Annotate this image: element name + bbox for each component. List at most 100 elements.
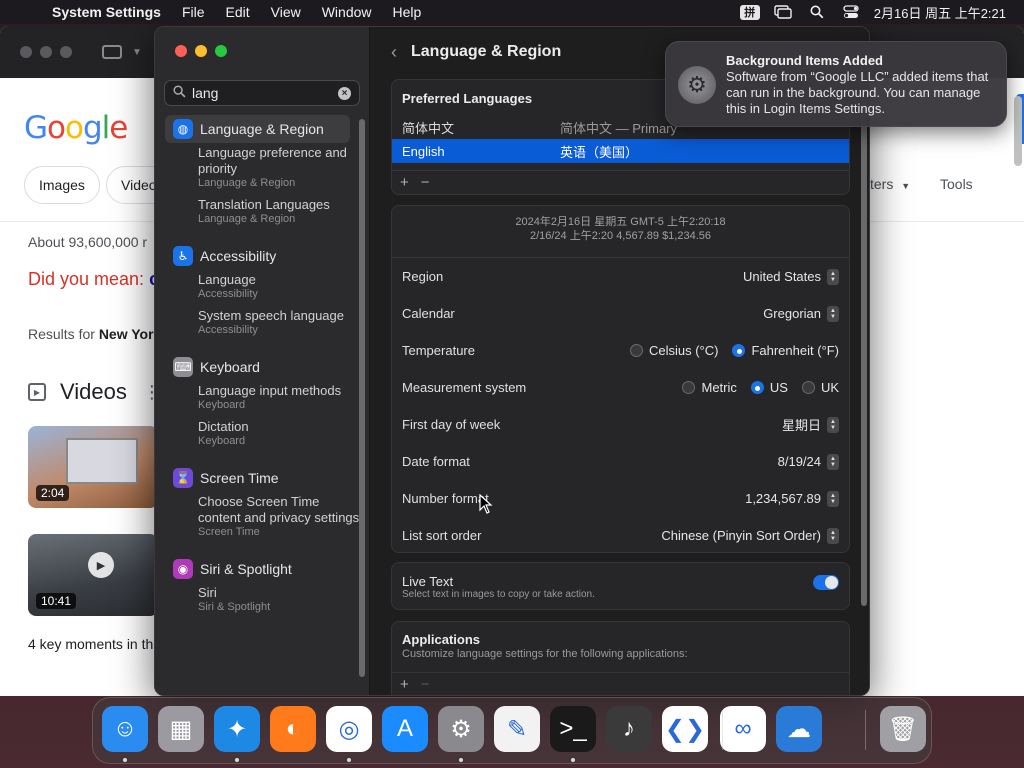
region-popup[interactable]: United States ▲ ▼: [743, 268, 839, 285]
spotlight-search-icon[interactable]: [806, 4, 828, 20]
dock-chrome-icon[interactable]: ◎: [326, 706, 372, 752]
dock-garageband-icon[interactable]: ♪: [606, 706, 652, 752]
dock-vscode-icon[interactable]: ❮❯: [662, 706, 708, 752]
live-text-desc: Select text in images to copy or take ac…: [402, 589, 595, 600]
thumbnail-screen-image: [66, 438, 138, 484]
settings-search-field[interactable]: ×: [164, 80, 360, 106]
sidebar-item-keyboard[interactable]: ⌨ Keyboard: [165, 353, 350, 381]
dock-system-settings-icon[interactable]: ⚙: [438, 706, 484, 752]
dock-launchpad-icon[interactable]: ▦: [158, 706, 204, 752]
metric-radio[interactable]: [682, 381, 696, 394]
language-row-english[interactable]: English 英语（美国）: [392, 139, 849, 163]
filters-dropdown[interactable]: ters ▼: [870, 176, 910, 192]
play-icon: ▶: [88, 552, 114, 578]
clear-search-icon[interactable]: ×: [338, 86, 351, 100]
live-text-toggle[interactable]: [813, 575, 839, 590]
browser-scrollbar[interactable]: [1014, 96, 1022, 166]
sidebar-search-result[interactable]: Language preference and priority Languag…: [155, 145, 360, 190]
video-thumbnail[interactable]: 2:04: [28, 426, 158, 508]
filter-chip-images[interactable]: Images: [24, 166, 100, 204]
gear-icon: ⚙: [678, 66, 716, 104]
sidebar-search-result[interactable]: Siri Siri & Spotlight: [155, 585, 360, 614]
add-language-button[interactable]: +: [400, 174, 409, 191]
menu-clock[interactable]: 2月16日 周五 上午2:21: [874, 3, 1006, 22]
menu-view[interactable]: View: [271, 4, 301, 20]
input-method-icon[interactable]: 拼: [739, 4, 760, 20]
background-items-notification[interactable]: ⚙ Background Items Added Software from “…: [665, 41, 1007, 127]
video-duration: 10:41: [36, 593, 77, 609]
dock-firefox-icon[interactable]: ◐: [270, 706, 316, 752]
calendar-popup[interactable]: Gregorian ▲ ▼: [763, 305, 839, 322]
applications-desc: Customize language settings for the foll…: [402, 648, 688, 660]
first-day-popup[interactable]: 星期日 ▲ ▼: [782, 415, 839, 434]
add-app-button[interactable]: +: [400, 676, 409, 693]
number-format-popup[interactable]: 1,234,567.89 ▲ ▼: [745, 490, 839, 507]
dock-trash-icon[interactable]: 🗑: [880, 706, 926, 752]
sidebar-search-result[interactable]: Translation Languages Language & Region: [155, 197, 360, 226]
sidebar-item-accessibility[interactable]: ♿ Accessibility: [165, 242, 350, 270]
play-icon: ▶: [28, 383, 46, 401]
sidebar-search-result[interactable]: Dictation Keyboard: [155, 419, 360, 448]
window-close-button[interactable]: [175, 45, 187, 57]
dock-visual-studio-icon[interactable]: ∞: [720, 706, 766, 752]
sidebar-search-result[interactable]: Choose Screen Time content and privacy s…: [155, 494, 360, 539]
window-close-button-inactive[interactable]: [20, 46, 32, 58]
menu-edit[interactable]: Edit: [226, 4, 250, 20]
control-center-icon[interactable]: [840, 4, 862, 20]
dock-finder-icon[interactable]: ☺: [102, 706, 148, 752]
uk-radio[interactable]: [801, 381, 815, 394]
window-minimize-button-inactive[interactable]: [40, 46, 52, 58]
celsius-radio[interactable]: [629, 344, 643, 357]
back-chevron-icon[interactable]: ‹: [391, 42, 397, 63]
dock-safari-icon[interactable]: ✦: [214, 706, 260, 752]
keyboard-icon: ⌨: [173, 357, 193, 377]
screen-mirroring-icon[interactable]: [772, 4, 794, 20]
sidebar-item-globe[interactable]: ◍ Language & Region: [165, 115, 350, 143]
content-scrollbar[interactable]: [861, 91, 867, 606]
menu-app-name[interactable]: System Settings: [52, 4, 161, 20]
search-input[interactable]: [192, 85, 332, 101]
window-minimize-button[interactable]: [195, 45, 207, 57]
dock-terminal-icon[interactable]: >_: [550, 706, 596, 752]
did-you-mean: Did you mean: c: [28, 269, 159, 290]
window-zoom-button[interactable]: [215, 45, 227, 57]
tab-sidebar-icon[interactable]: [102, 45, 122, 59]
first-day-row: First day of week 星期日 ▲ ▼: [392, 406, 849, 443]
sort-order-popup[interactable]: Chinese (Pinyin Sort Order) ▲ ▼: [661, 527, 839, 544]
window-zoom-button-inactive[interactable]: [60, 46, 72, 58]
remove-app-button[interactable]: −: [421, 676, 430, 693]
video-thumbnail[interactable]: ▶ 10:41: [28, 534, 158, 616]
running-indicator: [571, 758, 575, 762]
siri-icon: ◉: [173, 559, 193, 579]
dock: ☺ ▦ ✦ ◐ ◎ A ⚙ ✎ >_ ♪ ❮❯ ∞ ☁ 🗑: [92, 697, 932, 764]
us-radio[interactable]: [750, 381, 764, 394]
sidebar-search-result[interactable]: System speech language Accessibility: [155, 308, 360, 337]
menu-help[interactable]: Help: [393, 4, 422, 20]
tools-button[interactable]: Tools: [940, 176, 973, 192]
date-format-popup[interactable]: 8/19/24 ▲ ▼: [778, 453, 839, 470]
dock-app-store-icon[interactable]: A: [382, 706, 428, 752]
sidebar-item-siri[interactable]: ◉ Siri & Spotlight: [165, 555, 350, 583]
dock-textedit-icon[interactable]: ✎: [494, 706, 540, 752]
measurement-row: Measurement system Metric US UK: [402, 380, 839, 395]
menu-window[interactable]: Window: [322, 4, 372, 20]
calendar-row: Calendar Gregorian ▲ ▼: [392, 295, 849, 332]
chevron-down-icon[interactable]: ▼: [132, 47, 142, 58]
fahrenheit-radio[interactable]: [732, 344, 746, 357]
caret-down-icon: ▼: [901, 181, 911, 191]
up-down-chevron-icon: ▲ ▼: [827, 453, 839, 470]
sidebar-search-result[interactable]: Language input methods Keyboard: [155, 383, 360, 412]
sidebar-scrollbar[interactable]: [359, 119, 365, 677]
sidebar-item-hourglass[interactable]: ⌛ Screen Time: [165, 464, 350, 492]
settings-content: ‹ Language & Region Preferred Languages …: [371, 27, 869, 695]
dock-weather-icon[interactable]: ☁: [776, 706, 822, 752]
menu-file[interactable]: File: [182, 4, 205, 20]
sidebar-search-result[interactable]: Language Accessibility: [155, 272, 360, 301]
remove-language-button[interactable]: −: [421, 174, 430, 191]
applications-panel: Applications Customize language settings…: [391, 621, 850, 695]
up-down-chevron-icon: ▲ ▼: [827, 305, 839, 322]
number-format-row: Number format 1,234,567.89 ▲ ▼: [392, 480, 849, 517]
google-logo[interactable]: Google: [24, 110, 128, 146]
language-list-controls: + −: [392, 170, 849, 194]
applications-list-controls: + −: [392, 672, 849, 695]
